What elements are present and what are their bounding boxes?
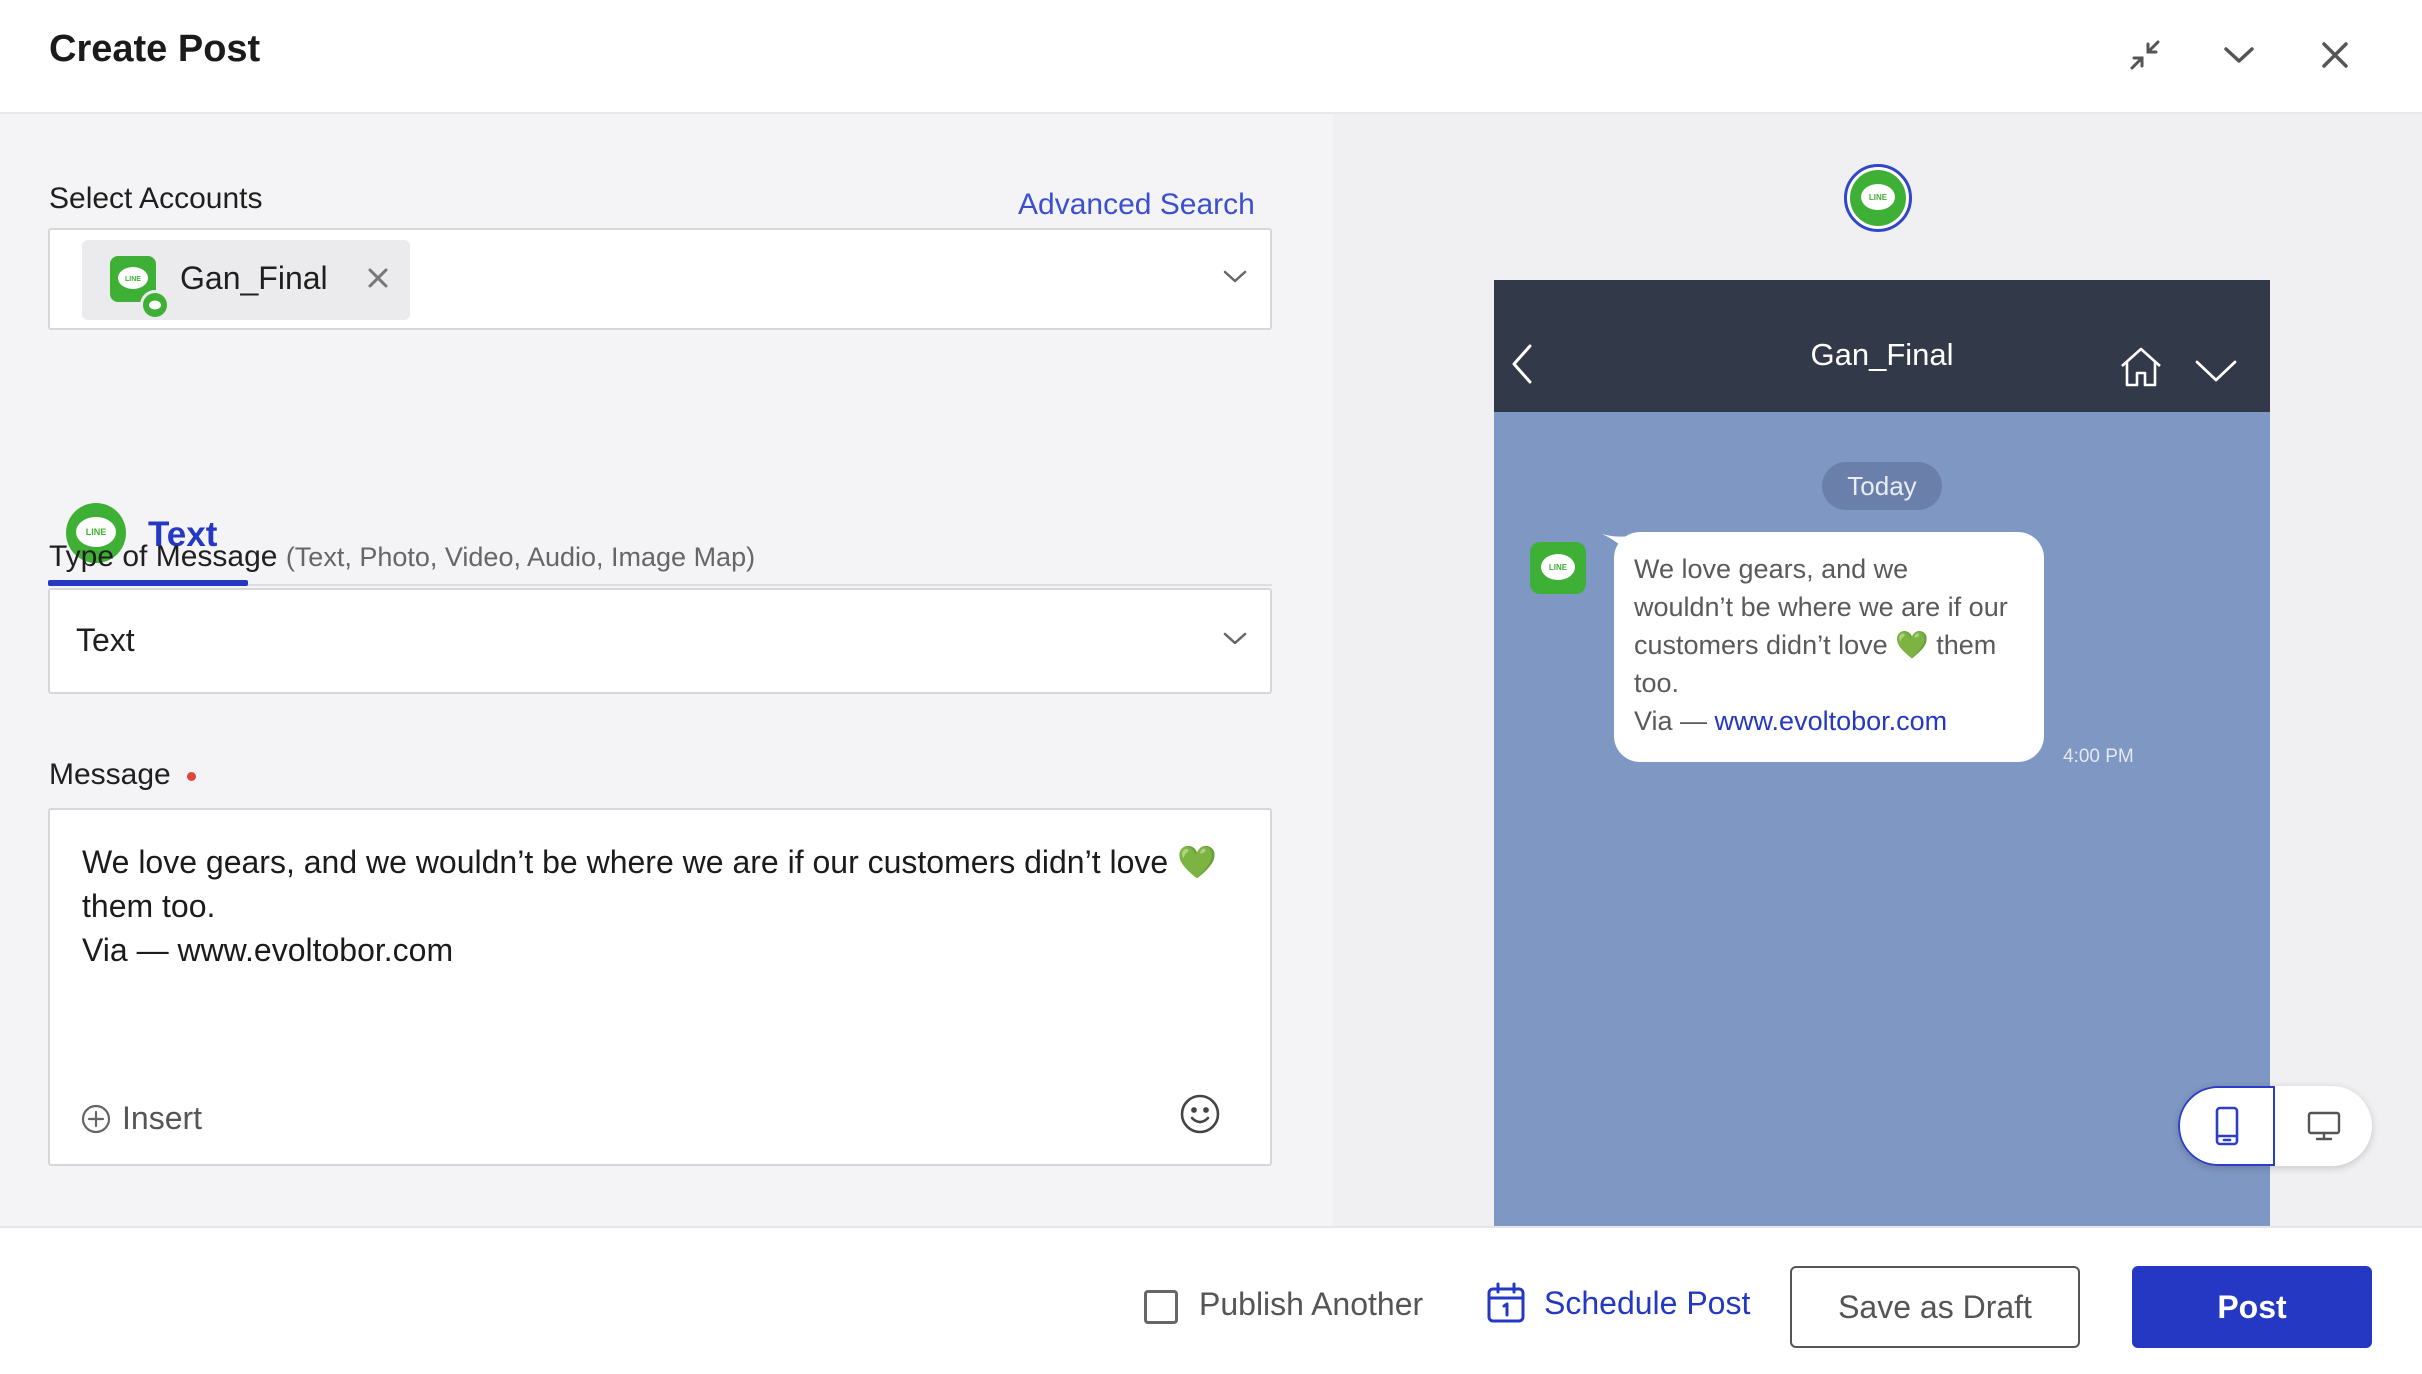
active-tab-indicator (48, 580, 248, 586)
advanced-search-link[interactable]: Advanced Search (1018, 188, 1255, 222)
select-accounts-label: Select Accounts (49, 182, 263, 215)
chevron-down-icon (2194, 358, 2238, 389)
device-toggle[interactable] (2178, 1086, 2372, 1166)
account-chip: LINE Gan_Final (82, 240, 410, 320)
close-icon[interactable] (2310, 30, 2360, 80)
type-of-message-select[interactable]: Text (48, 588, 1272, 694)
save-draft-button[interactable]: Save as Draft (1790, 1266, 2080, 1348)
chevron-down-icon[interactable] (2214, 30, 2264, 80)
bubble-via: Via — (1634, 706, 1715, 736)
type-of-message-title: Type of Message (49, 540, 278, 573)
message-time: 4:00 PM (2063, 746, 2134, 767)
chevron-down-icon[interactable] (1222, 630, 1248, 653)
collapse-icon[interactable] (2120, 30, 2170, 80)
account-select[interactable]: LINE Gan_Final (48, 228, 1272, 330)
bubble-link[interactable]: www.evoltobor.com (1715, 706, 1948, 736)
svg-text:LINE: LINE (1549, 563, 1568, 572)
line-icon: LINE (1850, 170, 1906, 226)
message-text[interactable]: We love gears, and we wouldn’t be where … (82, 840, 1232, 972)
home-icon (2118, 346, 2164, 393)
message-textarea[interactable]: We love gears, and we wouldn’t be where … (48, 808, 1272, 1166)
page-title: Create Post (49, 28, 261, 70)
desktop-icon (2307, 1111, 2340, 1141)
message-bubble: We love gears, and we wouldn’t be where … (1614, 532, 2044, 762)
message-label-text: Message (49, 758, 171, 791)
insert-button[interactable]: Insert (80, 1100, 202, 1137)
phone-preview: Gan_Final Today LINE We love gears, and … (1494, 280, 2270, 1226)
mobile-view-button[interactable] (2178, 1086, 2275, 1166)
footer: Publish Another Schedule Post Save as Dr… (0, 1226, 2422, 1374)
insert-label: Insert (122, 1100, 203, 1136)
svg-text:LINE: LINE (1869, 193, 1888, 202)
modal-header: Create Post (0, 0, 2422, 114)
line-badge-icon (140, 290, 170, 320)
schedule-post-label: Schedule Post (1544, 1284, 1751, 1321)
date-chip: Today (1822, 462, 1942, 510)
preview-panel: LINE Gan_Final Today LINE We love gears,… (1333, 114, 2422, 1226)
remove-account-icon[interactable] (364, 264, 394, 294)
mobile-icon (2215, 1106, 2238, 1146)
line-icon: LINE (1530, 542, 1586, 594)
type-of-message-hint: (Text, Photo, Video, Audio, Image Map) (285, 542, 756, 572)
svg-text:LINE: LINE (125, 276, 141, 283)
post-button[interactable]: Post (2132, 1266, 2372, 1348)
schedule-post-button[interactable]: Schedule Post (1486, 1282, 1750, 1324)
calendar-icon (1487, 1282, 1525, 1323)
chevron-down-icon[interactable] (1222, 268, 1248, 291)
type-of-message-value: Text (76, 622, 135, 658)
publish-another-checkbox[interactable] (1144, 1290, 1178, 1324)
required-indicator (187, 771, 197, 781)
preview-account-avatar[interactable]: LINE (1844, 164, 1912, 232)
svg-text:LINE: LINE (86, 527, 107, 537)
desktop-view-button[interactable] (2275, 1086, 2372, 1166)
bubble-body: We love gears, and we wouldn’t be where … (1634, 554, 2008, 698)
account-chip-label: Gan_Final (180, 260, 328, 296)
publish-another-label[interactable]: Publish Another (1199, 1286, 1423, 1323)
emoji-icon[interactable] (1178, 1092, 1222, 1141)
bubble-text: We love gears, and we wouldn’t be where … (1634, 550, 2034, 740)
message-label: Message (49, 758, 197, 792)
type-of-message-label: Type of Message (Text, Photo, Video, Aud… (49, 540, 755, 574)
plus-circle-icon (81, 1104, 111, 1133)
compose-panel: Select Accounts Advanced Search LINE Gan… (0, 114, 1333, 1226)
